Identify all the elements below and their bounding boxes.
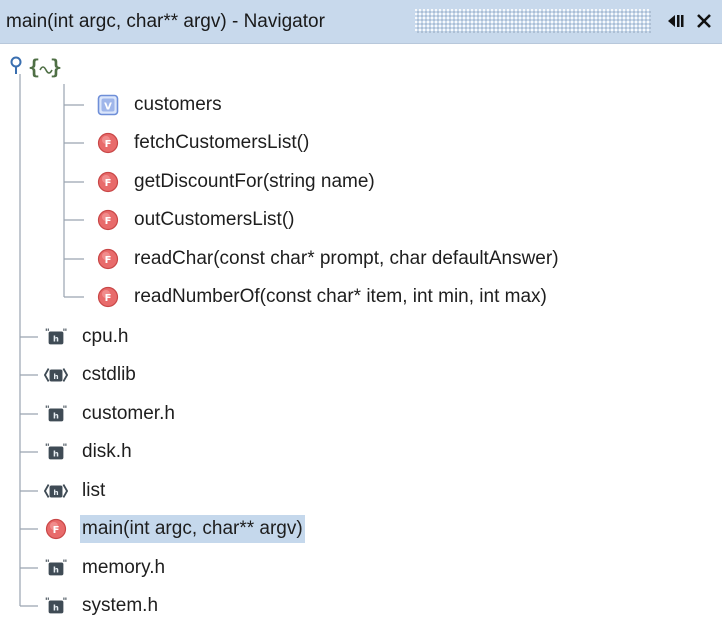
tree-item-cstdlib[interactable]: h cstdlib [44, 358, 138, 392]
tree-item-label: main(int argc, char** argv) [80, 515, 305, 543]
minimize-icon [668, 15, 684, 27]
function-icon: F [96, 208, 120, 232]
tree-item-main[interactable]: F main(int argc, char** argv) [44, 512, 305, 546]
tree-item-label: system.h [82, 595, 159, 616]
function-icon: F [96, 285, 120, 309]
tree-member-label: outCustomersList() [134, 209, 295, 230]
include-header-icon: h " " [44, 402, 68, 426]
svg-text:": " [62, 596, 67, 607]
include-header-icon: h " " [44, 556, 68, 580]
tree-member-label: fetchCustomersList() [134, 132, 310, 153]
tree-item-label: customer.h [82, 403, 175, 424]
svg-text:F: F [105, 216, 112, 227]
function-icon: F [96, 131, 120, 155]
drag-grip[interactable] [415, 9, 651, 33]
svg-text:F: F [53, 525, 60, 536]
tree-item-memory-h[interactable]: h " " memory.h [44, 551, 167, 585]
tree-item-system-h[interactable]: h " " system.h [44, 589, 160, 623]
tree-member-label: getDiscountFor(string name) [134, 171, 375, 192]
tree-member-fetchcustomerslist[interactable]: F fetchCustomersList() [96, 126, 311, 160]
svg-text:": " [45, 558, 50, 569]
tree-member-readchar[interactable]: F readChar(const char* prompt, char defa… [96, 242, 561, 276]
svg-text:h: h [53, 372, 58, 381]
tree-member-getdiscountfor[interactable]: F getDiscountFor(string name) [96, 165, 377, 199]
include-system-icon: h [44, 479, 68, 503]
svg-text:": " [62, 442, 67, 453]
minimize-button[interactable] [665, 10, 687, 32]
svg-text:}: } [50, 55, 62, 79]
tree-member-customers[interactable]: V customers [96, 88, 224, 122]
svg-text:": " [62, 558, 67, 569]
svg-text:{: { [28, 55, 40, 79]
close-icon [697, 14, 711, 28]
svg-text:": " [62, 404, 67, 415]
tree-root[interactable]: { } [8, 50, 64, 84]
function-icon: F [44, 517, 68, 541]
tree-member-label: customers [134, 94, 222, 115]
tree-member-label: readNumberOf(const char* item, int min, … [134, 286, 547, 307]
svg-text:h: h [53, 411, 59, 421]
svg-text:": " [45, 404, 50, 415]
tree-item-label: list [82, 480, 106, 501]
tree-item-label: cstdlib [82, 364, 136, 385]
window-title: main(int argc, char** argv) - Navigator [6, 11, 325, 32]
tree-item-label: cpu.h [82, 326, 129, 347]
tree-item-disk-h[interactable]: h " " disk.h [44, 435, 134, 469]
navigator-title-bar[interactable]: main(int argc, char** argv) - Navigator [0, 0, 722, 44]
navigator-tree[interactable]: { } V customers F fetchCustomersList() F… [0, 44, 722, 625]
tree-item-label: disk.h [82, 441, 132, 462]
svg-text:h: h [53, 565, 59, 575]
tree-item-customer-h[interactable]: h " " customer.h [44, 397, 177, 431]
svg-text:h: h [53, 488, 58, 497]
svg-text:h: h [53, 449, 59, 459]
svg-text:V: V [104, 102, 112, 113]
include-header-icon: h " " [44, 440, 68, 464]
function-icon: F [96, 247, 120, 271]
namespace-braces-icon: { } [28, 55, 62, 79]
svg-text:F: F [105, 255, 112, 266]
tree-member-outcustomerslist[interactable]: F outCustomersList() [96, 203, 297, 237]
tree-item-list[interactable]: h list [44, 474, 107, 508]
svg-text:F: F [105, 178, 112, 189]
tree-item-label: memory.h [82, 557, 166, 578]
svg-text:": " [45, 442, 50, 453]
svg-text:": " [62, 327, 67, 338]
svg-text:h: h [53, 334, 59, 344]
svg-text:": " [45, 596, 50, 607]
tree-member-readnumberof[interactable]: F readNumberOf(const char* item, int min… [96, 280, 549, 314]
close-button[interactable] [693, 10, 715, 32]
tree-item-cpu-h[interactable]: h " " cpu.h [44, 320, 130, 354]
expanded-toggle-icon[interactable] [8, 56, 24, 78]
tree-member-label: readChar(const char* prompt, char defaul… [134, 248, 559, 269]
svg-text:h: h [53, 603, 59, 613]
svg-text:F: F [105, 293, 112, 304]
include-system-icon: h [44, 363, 68, 387]
function-icon: F [96, 170, 120, 194]
include-header-icon: h " " [44, 325, 68, 349]
variable-icon: V [96, 93, 120, 117]
svg-text:F: F [105, 139, 112, 150]
svg-text:": " [45, 327, 50, 338]
include-header-icon: h " " [44, 594, 68, 618]
